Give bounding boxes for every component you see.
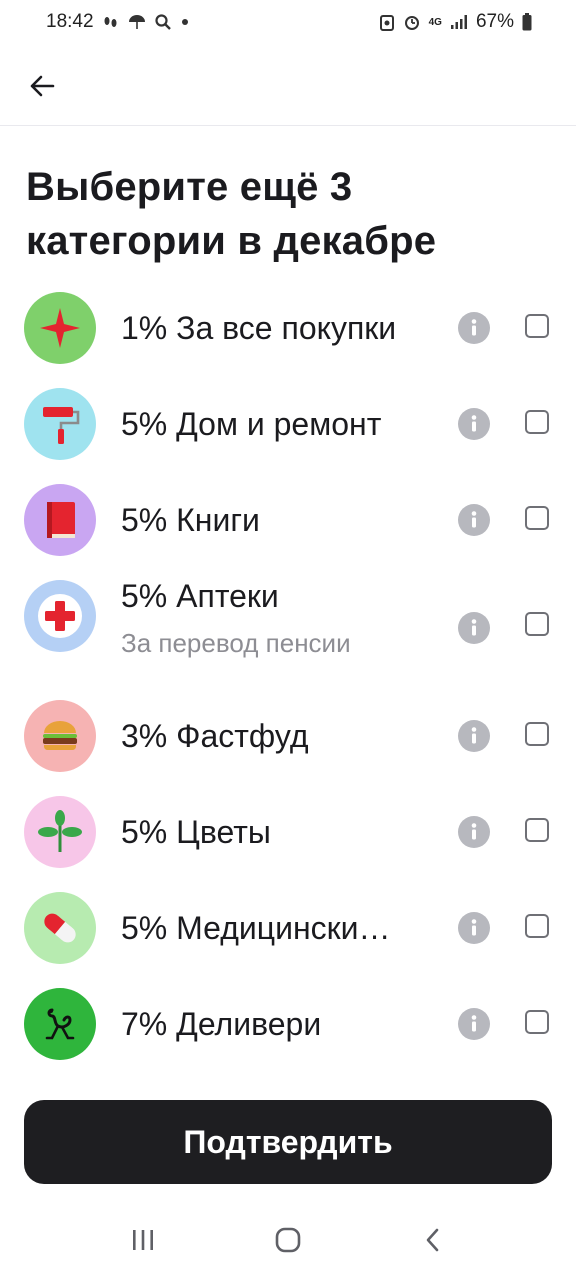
info-icon[interactable]: [458, 408, 490, 440]
category-avatar: [24, 388, 96, 460]
category-checkbox[interactable]: [525, 612, 549, 636]
category-label: 7% Деливери: [121, 1006, 322, 1042]
sprout-icon: [38, 810, 82, 852]
back-nav-button[interactable]: [403, 1210, 463, 1270]
category-text: 5% Медицински…: [121, 880, 441, 976]
category-avatar: [24, 988, 96, 1060]
category-text: 7% Деливери: [121, 976, 441, 1072]
status-left: 18:42: [46, 11, 190, 33]
category-row-delivery[interactable]: 7% Деливери: [0, 976, 576, 1072]
status-right: 4G 67%: [379, 11, 532, 33]
page-title: Выберите ещё 3 категории в декабре: [26, 165, 437, 263]
info-icon[interactable]: [458, 312, 490, 344]
category-checkbox[interactable]: [525, 722, 549, 746]
notification-dot-icon: [180, 17, 190, 27]
info-icon[interactable]: [458, 1008, 490, 1040]
pill-icon: [44, 913, 76, 943]
recent-apps-button[interactable]: [113, 1210, 173, 1270]
category-text: 5% Цветы: [121, 784, 441, 880]
status-bar: 18:42 4G 67%: [0, 0, 576, 44]
burger-icon: [43, 721, 77, 751]
category-label: 5% Аптеки: [121, 578, 279, 614]
arrow-left-icon: [30, 75, 55, 97]
category-label: 5% Цветы: [121, 814, 271, 850]
category-avatar: [24, 700, 96, 772]
category-avatar: [24, 892, 96, 964]
battery-percent: 67%: [475, 11, 514, 32]
category-avatar: [24, 796, 96, 868]
category-row-all-purchases[interactable]: 1% За все покупки: [0, 280, 576, 376]
category-sublabel: За перевод пенсии: [121, 628, 351, 658]
category-text: 1% За все покупки: [121, 280, 441, 376]
search-icon: [154, 13, 172, 31]
category-avatar: [24, 580, 96, 652]
recent-apps-icon: [132, 1230, 153, 1250]
category-checkbox[interactable]: [525, 818, 549, 842]
umbrella-icon: [128, 13, 146, 31]
steps-icon: [102, 13, 120, 31]
category-text: 5% Книги: [121, 472, 441, 568]
category-checkbox[interactable]: [525, 1010, 549, 1034]
alarm-icon: [403, 13, 421, 31]
category-label: 5% Медицински…: [121, 910, 391, 946]
category-avatar: [24, 484, 96, 556]
category-row-pharmacy[interactable]: 5% Аптеки За перевод пенсии: [0, 568, 576, 688]
info-icon[interactable]: [458, 720, 490, 752]
category-checkbox[interactable]: [525, 314, 549, 338]
back-button[interactable]: [20, 64, 64, 108]
category-label: 3% Фастфуд: [121, 718, 309, 754]
home-button[interactable]: [258, 1210, 318, 1270]
category-row-flowers[interactable]: 5% Цветы: [0, 784, 576, 880]
category-row-books[interactable]: 5% Книги: [0, 472, 576, 568]
category-label: 5% Книги: [121, 502, 260, 538]
info-icon[interactable]: [458, 504, 490, 536]
category-label: 1% За все покупки: [121, 310, 397, 346]
category-checkbox[interactable]: [525, 410, 549, 434]
info-icon[interactable]: [458, 612, 490, 644]
home-icon: [275, 1227, 301, 1253]
battery-icon: [522, 13, 532, 31]
category-label: 5% Дом и ремонт: [121, 406, 382, 442]
category-checkbox[interactable]: [525, 914, 549, 938]
category-text: 5% Дом и ремонт: [121, 376, 441, 472]
category-row-medical[interactable]: 5% Медицински…: [0, 880, 576, 976]
category-text: 3% Фастфуд: [121, 688, 441, 784]
category-row-fastfood[interactable]: 3% Фастфуд: [0, 688, 576, 784]
status-time: 18:42: [46, 11, 94, 32]
paint-roller-icon: [43, 407, 80, 444]
signal-icon: [450, 14, 468, 30]
info-icon[interactable]: [458, 816, 490, 848]
category-avatar: [24, 292, 96, 364]
system-nav-bar: [0, 1200, 576, 1280]
info-icon[interactable]: [458, 912, 490, 944]
pharmacy-cross-icon: [38, 594, 82, 638]
app-header: [0, 44, 576, 126]
network-type-label: 4G: [428, 16, 442, 28]
ostrich-icon: [45, 1008, 75, 1040]
confirm-button[interactable]: Подтвердить: [24, 1100, 552, 1184]
category-row-home-repair[interactable]: 5% Дом и ремонт: [0, 376, 576, 472]
category-checkbox[interactable]: [525, 506, 549, 530]
network-type-icon: 4G: [429, 17, 442, 28]
category-text: 5% Аптеки За перевод пенсии: [121, 568, 441, 664]
red-star-icon: [40, 308, 80, 348]
chevron-left-icon: [427, 1228, 439, 1252]
book-icon: [47, 502, 75, 538]
recycle-icon: [379, 13, 395, 31]
